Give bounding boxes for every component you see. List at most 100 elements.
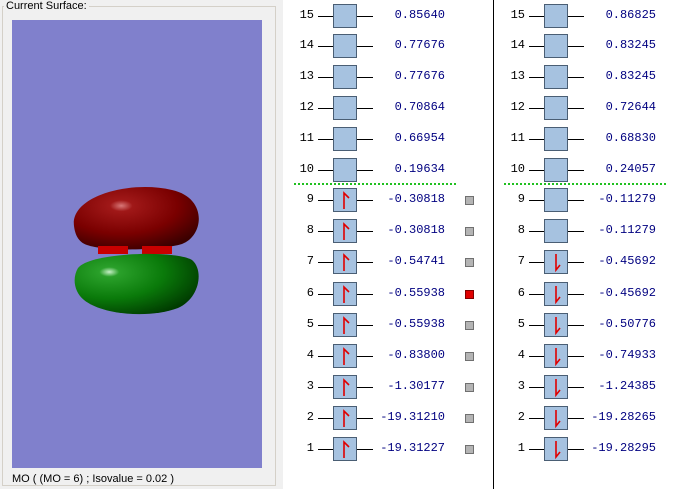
beta-orbital-row[interactable]: 10 0.24057 <box>496 158 675 182</box>
surface-select-checkbox[interactable] <box>465 321 474 330</box>
orbital-box[interactable] <box>544 127 568 151</box>
orbital-number: 12 <box>299 100 314 114</box>
alpha-orbital-row[interactable]: 8 -0.30818 <box>285 219 485 243</box>
spin-down-arrow-icon <box>555 254 561 273</box>
orbital-number: 11 <box>510 131 525 145</box>
orbital-energy: -19.31210 <box>380 410 445 424</box>
alpha-orbital-row[interactable]: 5 -0.55938 <box>285 313 485 337</box>
orbital-box[interactable] <box>333 4 357 28</box>
level-tick <box>318 294 333 295</box>
beta-orbital-row[interactable]: 14 0.83245 <box>496 34 675 58</box>
alpha-orbital-row[interactable]: 6 -0.55938 <box>285 282 485 306</box>
orbital-box[interactable] <box>544 313 568 337</box>
orbital-box[interactable] <box>544 219 568 243</box>
orbital-box[interactable] <box>333 437 357 461</box>
beta-orbital-row[interactable]: 1 -19.28295 <box>496 437 675 461</box>
orbital-energy: 0.72644 <box>605 100 656 114</box>
surface-select-checkbox[interactable] <box>465 383 474 392</box>
spin-down-arrow-icon <box>555 348 561 367</box>
alpha-orbital-row[interactable]: 4 -0.83800 <box>285 344 485 368</box>
orbital-number: 1 <box>517 441 525 455</box>
orbital-box[interactable] <box>544 375 568 399</box>
orbital-box[interactable] <box>333 250 357 274</box>
orbital-number: 9 <box>517 192 525 206</box>
level-tick <box>318 77 333 78</box>
orbital-energy: -0.11279 <box>598 223 656 237</box>
orbital-box[interactable] <box>333 406 357 430</box>
surface-select-checkbox[interactable] <box>465 258 474 267</box>
orbital-box[interactable] <box>544 437 568 461</box>
orbital-box[interactable] <box>544 65 568 89</box>
alpha-orbital-row[interactable]: 2 -19.31210 <box>285 406 485 430</box>
orbital-box[interactable] <box>333 219 357 243</box>
surface-select-checkbox[interactable] <box>465 352 474 361</box>
beta-orbital-row[interactable]: 5 -0.50776 <box>496 313 675 337</box>
beta-orbital-row[interactable]: 11 0.68830 <box>496 127 675 151</box>
orbital-box[interactable] <box>333 313 357 337</box>
orbital-box[interactable] <box>544 158 568 182</box>
orbital-number: 4 <box>306 348 314 362</box>
orbital-box[interactable] <box>544 4 568 28</box>
alpha-orbital-row[interactable]: 15 0.85640 <box>285 4 485 28</box>
negative-lobe <box>74 253 199 315</box>
alpha-orbital-row[interactable]: 3 -1.30177 <box>285 375 485 399</box>
orbital-box[interactable] <box>544 344 568 368</box>
orbital-box[interactable] <box>544 96 568 120</box>
alpha-orbital-row[interactable]: 11 0.66954 <box>285 127 485 151</box>
orbital-box[interactable] <box>544 34 568 58</box>
spin-up-arrow-icon <box>343 378 350 396</box>
alpha-orbital-row[interactable]: 7 -0.54741 <box>285 250 485 274</box>
orbital-box[interactable] <box>333 282 357 306</box>
beta-orbital-row[interactable]: 2 -19.28265 <box>496 406 675 430</box>
level-tick <box>529 356 544 357</box>
orbital-box[interactable] <box>333 65 357 89</box>
alpha-orbital-row[interactable]: 12 0.70864 <box>285 96 485 120</box>
orbital-box[interactable] <box>333 188 357 212</box>
alpha-orbital-row[interactable]: 1 -19.31227 <box>285 437 485 461</box>
alpha-orbital-row[interactable]: 13 0.77676 <box>285 65 485 89</box>
spin-divider <box>493 0 494 489</box>
orbital-box[interactable] <box>333 344 357 368</box>
level-tick <box>318 46 333 47</box>
surface-select-checkbox[interactable] <box>465 227 474 236</box>
orbital-box[interactable] <box>544 282 568 306</box>
level-tick <box>529 16 544 17</box>
beta-orbital-row[interactable]: 9 -0.11279 <box>496 188 675 212</box>
orbital-box[interactable] <box>544 406 568 430</box>
surface-select-checkbox[interactable] <box>465 445 474 454</box>
spin-down-arrow-icon <box>555 441 561 460</box>
level-tick <box>318 418 333 419</box>
orbital-number: 7 <box>517 254 525 268</box>
level-tick <box>318 170 333 171</box>
level-tick <box>318 262 333 263</box>
level-tick <box>529 418 544 419</box>
spin-up-arrow-icon <box>343 222 350 240</box>
alpha-orbital-row[interactable]: 10 0.19634 <box>285 158 485 182</box>
beta-orbital-row[interactable]: 12 0.72644 <box>496 96 675 120</box>
orbital-box[interactable] <box>544 250 568 274</box>
atom-left <box>98 246 128 254</box>
beta-orbital-row[interactable]: 4 -0.74933 <box>496 344 675 368</box>
beta-orbital-row[interactable]: 7 -0.45692 <box>496 250 675 274</box>
surface-select-checkbox[interactable] <box>465 196 474 205</box>
molecule-viewport[interactable] <box>12 20 262 468</box>
surface-select-checkbox[interactable] <box>465 414 474 423</box>
beta-orbital-row[interactable]: 8 -0.11279 <box>496 219 675 243</box>
orbital-box[interactable] <box>544 188 568 212</box>
beta-orbital-row[interactable]: 15 0.86825 <box>496 4 675 28</box>
spin-up-arrow-icon <box>343 285 350 303</box>
orbital-box[interactable] <box>333 375 357 399</box>
orbital-box[interactable] <box>333 158 357 182</box>
orbital-box[interactable] <box>333 34 357 58</box>
orbital-box[interactable] <box>333 127 357 151</box>
orbital-number: 2 <box>306 410 314 424</box>
alpha-orbital-row[interactable]: 9 -0.30818 <box>285 188 485 212</box>
surface-selected-checkbox[interactable] <box>465 290 474 299</box>
beta-orbital-row[interactable]: 13 0.83245 <box>496 65 675 89</box>
beta-orbital-row[interactable]: 3 -1.24385 <box>496 375 675 399</box>
alpha-orbital-row[interactable]: 14 0.77676 <box>285 34 485 58</box>
orbital-box[interactable] <box>333 96 357 120</box>
orbital-number: 2 <box>517 410 525 424</box>
beta-orbital-row[interactable]: 6 -0.45692 <box>496 282 675 306</box>
alpha-homo-lumo-line <box>294 183 456 185</box>
